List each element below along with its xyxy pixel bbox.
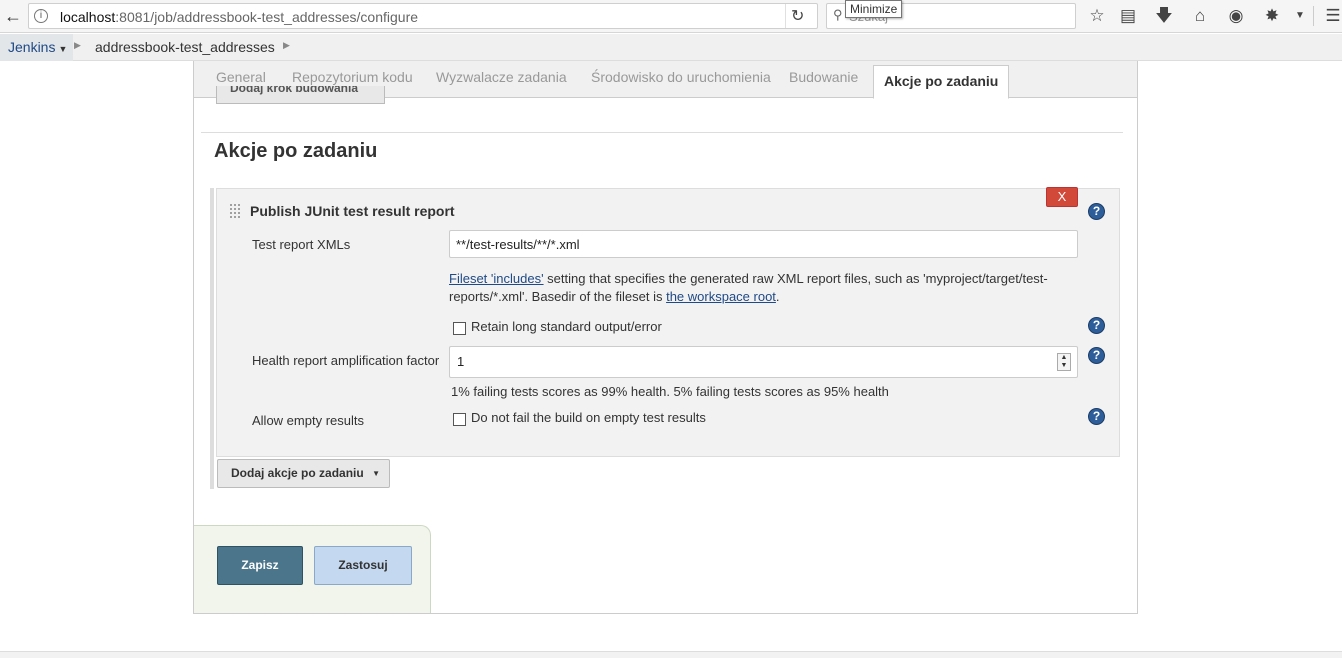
search-icon: ⚲ (833, 7, 843, 22)
url-host: localhost (60, 9, 116, 25)
delete-publisher-button[interactable]: X (1046, 187, 1078, 207)
bookmark-star-icon[interactable]: ☆ (1086, 5, 1108, 27)
tab-environment[interactable]: Środowisko do uruchomienia (591, 69, 771, 85)
help-text-2: . (775, 289, 780, 304)
back-arrow-icon[interactable]: ← (0, 2, 26, 30)
reload-icon[interactable]: ↻ (791, 6, 804, 26)
menu-icon[interactable]: ☰ (1322, 5, 1342, 27)
test-report-label: Test report XMLs (252, 237, 351, 252)
drag-handle-icon[interactable] (229, 203, 241, 219)
apply-button[interactable]: Zastosuj (314, 546, 412, 585)
allow-empty-label: Allow empty results (252, 413, 364, 428)
section-divider (201, 132, 1123, 133)
help-icon[interactable]: ? (1088, 347, 1105, 364)
info-icon[interactable]: i (34, 9, 48, 23)
section-title: Akcje po zadaniu (214, 140, 378, 162)
health-factor-value: 1 (457, 354, 465, 369)
add-post-build-action-button[interactable]: Dodaj akcje po zadaniu ▼ (217, 459, 390, 488)
help-icon[interactable]: ? (1088, 317, 1105, 334)
url-divider (785, 4, 786, 28)
breadcrumb-separator-icon: ▶ (74, 40, 81, 50)
allow-empty-checkbox[interactable] (453, 413, 466, 426)
reading-list-icon[interactable]: ▤ (1117, 5, 1139, 27)
health-factor-label: Health report amplification factor (252, 353, 440, 368)
bottom-sticker: Zapisz Zastosuj (194, 525, 431, 613)
breadcrumb-job[interactable]: addressbook-test_addresses (95, 34, 275, 61)
add-post-build-action-label: Dodaj akcje po zadaniu (231, 466, 364, 480)
help-icon[interactable]: ? (1088, 408, 1105, 425)
help-icon[interactable]: ? (1088, 203, 1105, 220)
junit-publisher-block: Publish JUnit test result report X ? Tes… (216, 187, 1120, 457)
url-bar[interactable]: i localhost:8081/job/addressbook-test_ad… (28, 3, 818, 29)
save-button[interactable]: Zapisz (217, 546, 303, 585)
pocket-icon[interactable]: ◉ (1225, 5, 1247, 27)
health-factor-input[interactable]: 1 ▲ ▼ (449, 346, 1078, 378)
tab-build[interactable]: Budowanie (789, 69, 858, 85)
fileset-includes-link[interactable]: Fileset 'includes' (449, 271, 544, 286)
retain-output-label[interactable]: Retain long standard output/error (471, 319, 662, 334)
url-text[interactable]: localhost:8081/job/addressbook-test_addr… (60, 9, 418, 25)
tab-general[interactable]: General (216, 69, 266, 85)
test-report-help: Fileset 'includes' setting that specifie… (449, 270, 1079, 306)
browser-toolbar: ← i localhost:8081/job/addressbook-test_… (0, 0, 1342, 33)
allow-empty-checkbox-label[interactable]: Do not fail the build on empty test resu… (471, 410, 706, 425)
test-report-input[interactable] (449, 230, 1078, 258)
chevron-down-icon[interactable]: ▼ (58, 44, 67, 54)
tab-post-build[interactable]: Akcje po zadaniu (873, 65, 1010, 99)
extension-dropdown-icon[interactable]: ▼ (1289, 5, 1311, 27)
breadcrumb-separator-icon: ▶ (283, 40, 290, 50)
breadcrumb-jenkins-label: Jenkins (8, 39, 56, 55)
add-build-step-button[interactable]: Dodaj krok budowania (216, 86, 385, 104)
tab-triggers[interactable]: Wyzwalacze zadania (436, 69, 567, 85)
page-footer-strip (0, 651, 1342, 658)
tab-repository[interactable]: Repozytorium kodu (292, 69, 413, 85)
breadcrumb-jenkins[interactable]: Jenkins ▼ (0, 34, 74, 61)
spinner-arrows-icon[interactable]: ▲ ▼ (1057, 353, 1071, 371)
junit-publisher-title: Publish JUnit test result report (250, 203, 455, 219)
download-icon[interactable]: 🡇 (1153, 5, 1175, 27)
extension-icon[interactable]: ✸ (1261, 5, 1283, 27)
url-path: :8081/job/addressbook-test_addresses/con… (115, 9, 419, 25)
config-panel: General Repozytorium kodu Wyzwalacze zad… (193, 61, 1138, 614)
retain-output-checkbox[interactable] (453, 322, 466, 335)
chevron-down-icon: ▼ (372, 469, 380, 478)
workspace-root-link[interactable]: the workspace root (666, 289, 776, 304)
health-factor-note: 1% failing tests scores as 99% health. 5… (451, 384, 889, 399)
section-rail (210, 188, 214, 489)
toolbar-divider (1313, 6, 1314, 26)
minimize-tooltip: Minimize (845, 0, 903, 18)
breadcrumb: Jenkins ▼ ▶ addressbook-test_addresses ▶ (0, 34, 1342, 61)
home-icon[interactable]: ⌂ (1189, 5, 1211, 27)
